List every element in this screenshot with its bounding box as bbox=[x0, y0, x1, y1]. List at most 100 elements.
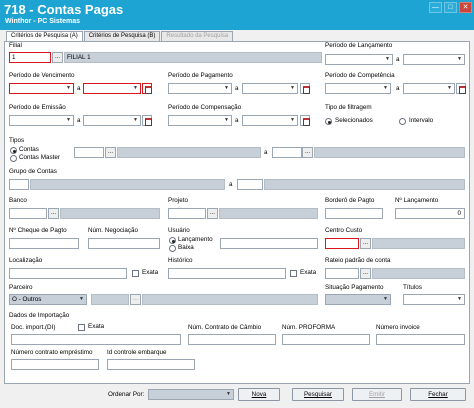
fechar-button[interactable]: Fechar bbox=[410, 388, 466, 401]
radio-intervalo[interactable] bbox=[399, 118, 406, 125]
vencimento-start-date[interactable]: ▼ bbox=[9, 83, 74, 94]
window-subtitle: Winthor - PC Sistemas bbox=[5, 18, 81, 25]
close-button[interactable]: ✕ bbox=[459, 2, 472, 13]
projeto-search-button[interactable]: ... bbox=[207, 208, 218, 219]
lancamento-start-date[interactable]: ▼ bbox=[325, 54, 393, 65]
chevron-down-icon: ▼ bbox=[457, 56, 462, 62]
tipos-label: Tipos bbox=[9, 137, 25, 144]
radio-contas-master[interactable] bbox=[10, 155, 17, 162]
baixa-label: Baixa bbox=[178, 244, 194, 251]
a-separator: a bbox=[77, 85, 81, 92]
num-cheque-input[interactable] bbox=[9, 238, 79, 249]
lancamento-end-date[interactable]: ▼ bbox=[403, 54, 465, 65]
num-negociacao-input[interactable] bbox=[88, 238, 160, 249]
calendar-icon[interactable] bbox=[456, 83, 466, 94]
id-controle-label: Id controle embarque bbox=[107, 349, 167, 356]
num-lancamento-label: Nº Lançamento bbox=[395, 197, 439, 204]
emissao-end-date[interactable]: ▼ bbox=[83, 115, 141, 126]
rateio-search-button[interactable]: ... bbox=[360, 268, 371, 279]
pesquisar-button[interactable]: Pesquisar bbox=[292, 388, 344, 401]
filial-code-input[interactable]: 1 bbox=[9, 52, 51, 63]
conta-end-search-button[interactable]: ... bbox=[302, 147, 313, 158]
conta-start-search-button[interactable]: ... bbox=[105, 147, 116, 158]
centro-custo-search-button[interactable]: ... bbox=[360, 238, 371, 249]
periodo-lancamento-label: Período de Lançamento bbox=[325, 42, 393, 49]
minimize-button[interactable]: — bbox=[429, 2, 442, 13]
localizacao-exata-checkbox[interactable] bbox=[132, 270, 139, 277]
app-window: 718 - Contas Pagas Winthor - PC Sistemas… bbox=[0, 0, 474, 408]
num-proforma-input[interactable] bbox=[282, 334, 370, 345]
calendar-icon[interactable] bbox=[142, 83, 152, 94]
vencimento-end-date[interactable]: ▼ bbox=[83, 83, 141, 94]
compensacao-end-date[interactable]: ▼ bbox=[242, 115, 298, 126]
grupo-end-code[interactable] bbox=[237, 179, 263, 190]
nova-button[interactable]: Nova bbox=[238, 388, 280, 401]
calendar-icon[interactable] bbox=[142, 115, 152, 126]
calendar-icon[interactable] bbox=[300, 115, 310, 126]
tab-resultado[interactable]: Resultado da Pesquisa bbox=[161, 31, 234, 41]
historico-exata-checkbox[interactable] bbox=[290, 270, 297, 277]
competencia-end-date[interactable]: ▼ bbox=[403, 83, 455, 94]
num-invoice-input[interactable] bbox=[376, 334, 465, 345]
conta-end-name bbox=[314, 147, 465, 158]
banco-search-button[interactable]: ... bbox=[48, 208, 59, 219]
centro-custo-label: Centro Custo bbox=[325, 227, 363, 234]
banco-code-input[interactable] bbox=[9, 208, 47, 219]
radio-contas[interactable] bbox=[10, 147, 17, 154]
chevron-down-icon: ▼ bbox=[290, 85, 295, 91]
grupo-start-code[interactable] bbox=[9, 179, 29, 190]
fechar-label: Fechar bbox=[428, 391, 448, 398]
maximize-button[interactable]: □ bbox=[444, 2, 457, 13]
a-separator: a bbox=[229, 181, 233, 188]
competencia-start-date[interactable]: ▼ bbox=[325, 83, 391, 94]
rateio-code[interactable] bbox=[325, 268, 359, 279]
parceiro-select[interactable]: O - Outros ▼ bbox=[9, 294, 87, 305]
id-controle-input[interactable] bbox=[107, 359, 195, 370]
radio-lancamento[interactable] bbox=[169, 237, 176, 244]
projeto-code-input[interactable] bbox=[168, 208, 206, 219]
dados-importacao-label: Dados de Importação bbox=[9, 312, 70, 319]
pagamento-start-date[interactable]: ▼ bbox=[168, 83, 232, 94]
tab-strip: Critérios de Pesquisa (A) Critérios de P… bbox=[6, 31, 234, 42]
chevron-down-icon: ▼ bbox=[133, 85, 138, 91]
contas-label: Contas bbox=[19, 146, 39, 153]
num-contrato-emprestimo-label: Número contrato empréstimo bbox=[11, 349, 93, 356]
projeto-label: Projeto bbox=[168, 197, 188, 204]
doc-import-input[interactable] bbox=[11, 334, 181, 345]
radio-selecionados[interactable] bbox=[325, 118, 332, 125]
num-contrato-cambio-input[interactable] bbox=[188, 334, 276, 345]
grupo-end-name bbox=[264, 179, 465, 190]
chevron-down-icon: ▼ bbox=[226, 391, 231, 397]
filial-search-button[interactable]: ... bbox=[52, 52, 63, 63]
titulos-select[interactable]: ▼ bbox=[403, 294, 465, 305]
compensacao-start-date[interactable]: ▼ bbox=[168, 115, 232, 126]
radio-baixa[interactable] bbox=[169, 245, 176, 252]
usuario-label: Usuário bbox=[168, 227, 190, 234]
parceiro-code bbox=[91, 294, 129, 305]
usuario-input[interactable] bbox=[220, 238, 318, 249]
historico-input[interactable] bbox=[168, 268, 286, 279]
emitir-button[interactable]: Emitir bbox=[352, 388, 402, 401]
conta-start-code[interactable] bbox=[74, 147, 104, 158]
num-lancamento-input[interactable]: 0 bbox=[395, 208, 465, 219]
pagamento-end-date[interactable]: ▼ bbox=[242, 83, 298, 94]
rateio-name bbox=[372, 268, 465, 279]
pesquisar-label: Pesquisar bbox=[303, 391, 332, 398]
emissao-start-date[interactable]: ▼ bbox=[9, 115, 74, 126]
tab-criterios-b[interactable]: Critérios de Pesquisa (B) bbox=[83, 31, 161, 41]
window-title: 718 - Contas Pagas bbox=[4, 2, 124, 17]
conta-end-code[interactable] bbox=[272, 147, 302, 158]
emitir-label: Emitir bbox=[368, 391, 386, 398]
calendar-icon[interactable] bbox=[300, 83, 310, 94]
bordero-input[interactable] bbox=[325, 208, 383, 219]
ordenar-select[interactable]: ▼ bbox=[148, 389, 234, 400]
num-contrato-emprestimo-input[interactable] bbox=[11, 359, 99, 370]
localizacao-input[interactable] bbox=[9, 268, 127, 279]
titulos-label: Títulos bbox=[403, 284, 422, 291]
situacao-select[interactable]: ▼ bbox=[325, 294, 391, 305]
centro-custo-code[interactable] bbox=[325, 238, 359, 249]
doc-import-exata-checkbox[interactable] bbox=[78, 324, 85, 331]
a-separator: a bbox=[235, 117, 239, 124]
historico-label: Histórico bbox=[168, 257, 193, 264]
parceiro-search-button[interactable]: ... bbox=[130, 294, 141, 305]
